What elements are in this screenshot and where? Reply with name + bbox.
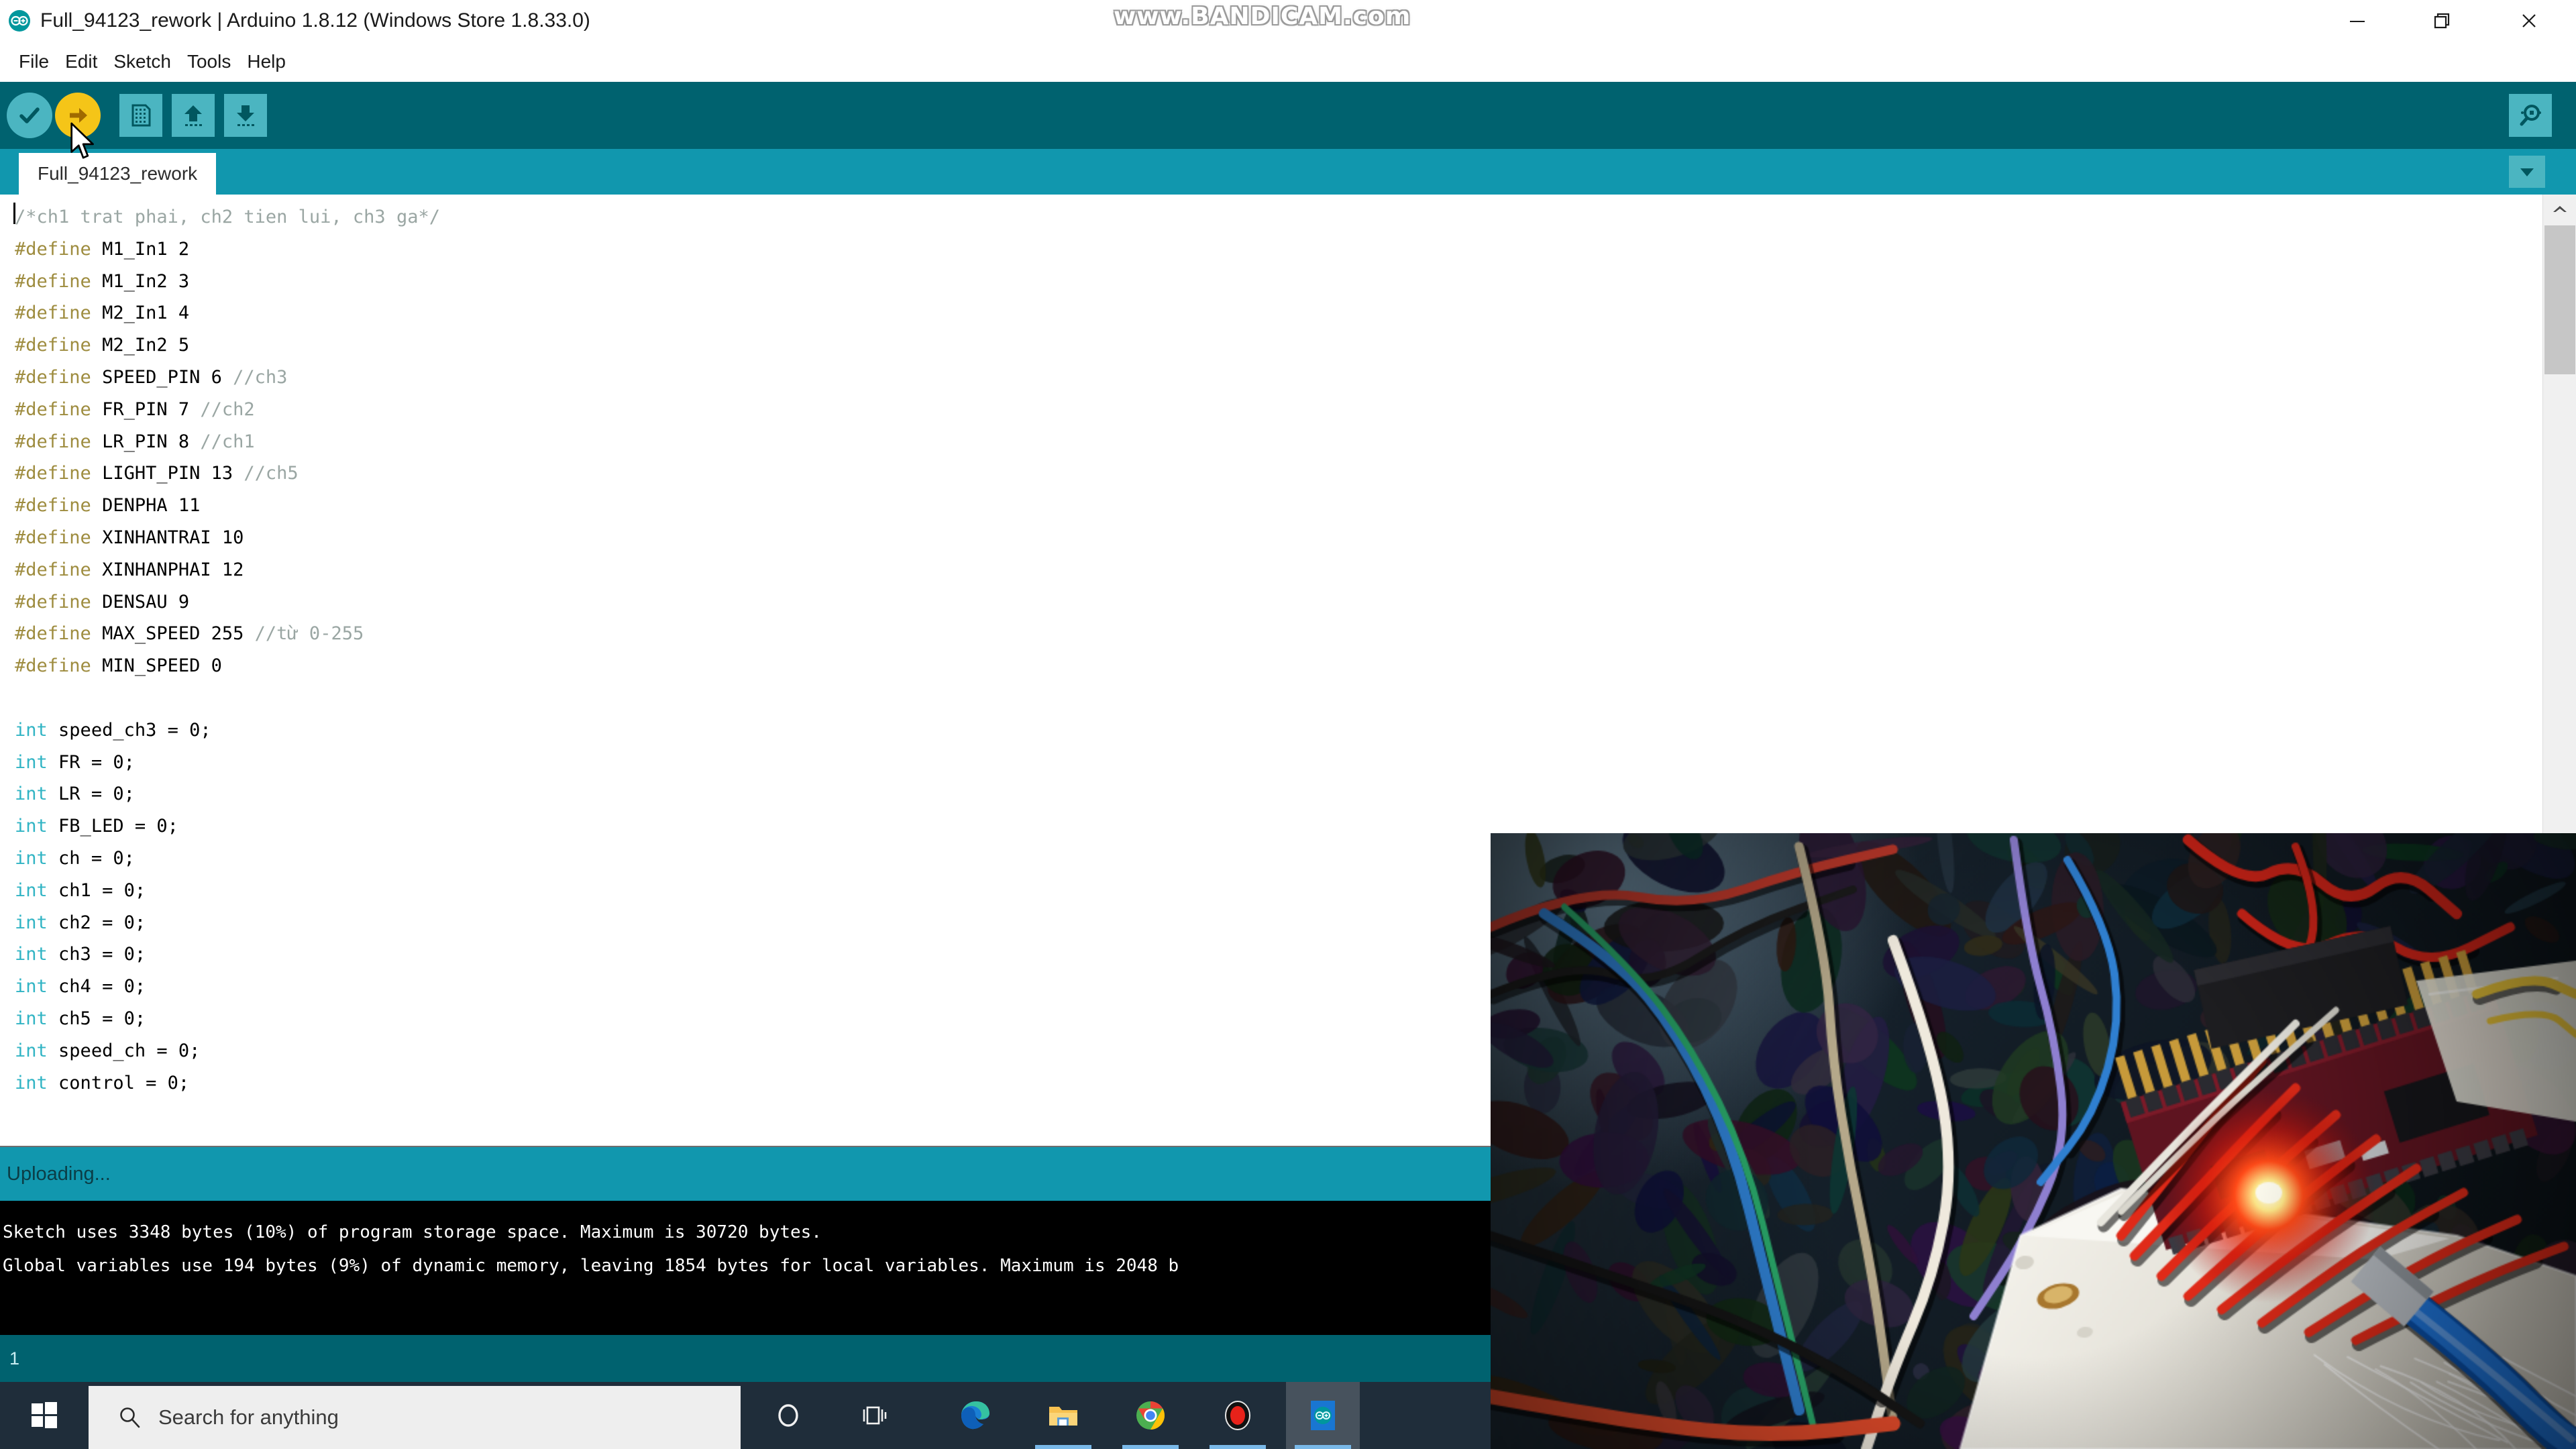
check-icon <box>15 101 44 129</box>
taskbar-item-arduino[interactable] <box>1286 1382 1360 1449</box>
menu-item-file[interactable]: File <box>11 48 57 75</box>
cortana-circle-icon <box>773 1400 804 1431</box>
arduino-infinity-icon <box>1306 1399 1340 1432</box>
menu-item-tools[interactable]: Tools <box>179 48 239 75</box>
folder-icon <box>1046 1399 1080 1432</box>
minimize-button[interactable] <box>2320 0 2394 42</box>
right-arrow-icon <box>64 102 91 129</box>
code-line: int FR = 0; <box>15 747 440 779</box>
taskbar-active-underline <box>1210 1445 1266 1449</box>
verify-button[interactable] <box>7 93 52 138</box>
title-bar: Full_94123_rework | Arduino 1.8.12 (Wind… <box>0 0 2576 42</box>
close-button[interactable] <box>2492 0 2566 42</box>
tab-dropdown-button[interactable] <box>2509 156 2545 188</box>
taskbar-item-file-explorer[interactable] <box>1026 1382 1100 1449</box>
new-sketch-button[interactable] <box>119 94 162 137</box>
arduino-infinity-icon <box>8 9 31 32</box>
open-sketch-button[interactable] <box>172 94 215 137</box>
chrome-icon <box>1134 1399 1167 1432</box>
serial-monitor-button[interactable] <box>2509 94 2552 137</box>
code-line: #define SPEED_PIN 6 //ch3 <box>15 362 440 394</box>
code-line: int ch2 = 0; <box>15 907 440 939</box>
webcam-video-frame <box>1491 833 2576 1449</box>
taskbar-active-underline <box>1295 1445 1351 1449</box>
code-line: #define XINHANPHAI 12 <box>15 554 440 586</box>
tab-bar: Full_94123_rework <box>0 149 2576 195</box>
bandicam-watermark: www.BANDICAM.com <box>1114 3 1411 30</box>
code-line: /*ch1 trat phai, ch2 tien lui, ch3 ga*/ <box>15 201 440 233</box>
save-sketch-button[interactable] <box>224 94 267 137</box>
up-arrow-icon <box>179 101 207 129</box>
magnifier-icon <box>2516 101 2544 129</box>
webcam-overlay-arduino-circuit <box>1491 833 2576 1449</box>
taskbar-active-underline <box>1122 1445 1179 1449</box>
taskbar-item-edge[interactable] <box>939 1382 1013 1449</box>
edge-icon <box>959 1399 993 1432</box>
windows-start-icon <box>29 1400 60 1431</box>
code-line: #define FR_PIN 7 //ch2 <box>15 394 440 426</box>
start-button[interactable] <box>0 1382 89 1449</box>
code-line: #define LIGHT_PIN 13 //ch5 <box>15 458 440 490</box>
code-line <box>15 682 440 714</box>
code-line: int ch = 0; <box>15 843 440 875</box>
code-line: int ch4 = 0; <box>15 971 440 1003</box>
code-line: int speed_ch3 = 0; <box>15 714 440 747</box>
code-line: #define M2_In1 4 <box>15 297 440 329</box>
search-icon <box>117 1405 142 1430</box>
code-line: int ch1 = 0; <box>15 875 440 907</box>
menu-item-sketch[interactable]: Sketch <box>105 48 179 75</box>
code-line: #define M2_In2 5 <box>15 329 440 362</box>
code-line: int LR = 0; <box>15 778 440 810</box>
code-line: int ch5 = 0; <box>15 1003 440 1035</box>
toolbar <box>0 82 2576 149</box>
close-icon <box>2516 8 2542 34</box>
code-line: int ch3 = 0; <box>15 938 440 971</box>
taskbar-item-bandicam[interactable] <box>1201 1382 1275 1449</box>
chevron-up-icon <box>2551 203 2569 215</box>
code-content: /*ch1 trat phai, ch2 tien lui, ch3 ga*/#… <box>0 195 440 1099</box>
code-line: #define M1_In1 2 <box>15 233 440 266</box>
code-line: #define DENSAU 9 <box>15 586 440 619</box>
taskbar-item-chrome[interactable] <box>1114 1382 1187 1449</box>
restore-icon <box>2429 8 2455 34</box>
menu-item-help[interactable]: Help <box>239 48 294 75</box>
minimize-icon <box>2345 8 2370 34</box>
maximize-button[interactable] <box>2405 0 2479 42</box>
search-placeholder: Search for anything <box>158 1405 339 1430</box>
task-view-icon <box>860 1400 891 1431</box>
code-line: #define MIN_SPEED 0 <box>15 650 440 682</box>
sketch-tab-label: Full_94123_rework <box>38 163 197 184</box>
status-message: Uploading... <box>7 1163 111 1185</box>
code-line: #define LR_PIN 8 //ch1 <box>15 426 440 458</box>
down-arrow-icon <box>231 101 260 129</box>
chevron-down-icon <box>2517 164 2537 179</box>
taskbar-active-underline <box>1035 1445 1091 1449</box>
taskbar-search-box[interactable]: Search for anything <box>89 1386 741 1449</box>
code-line: int control = 0; <box>15 1067 440 1099</box>
code-line: int speed_ch = 0; <box>15 1035 440 1067</box>
upload-button[interactable] <box>55 93 101 138</box>
taskbar-item-task-view[interactable] <box>839 1382 912 1449</box>
new-file-icon <box>127 101 155 129</box>
code-line: #define XINHANTRAI 10 <box>15 522 440 554</box>
taskbar-item-cortana[interactable] <box>751 1382 825 1449</box>
code-line: #define DENPHA 11 <box>15 490 440 522</box>
code-line: #define MAX_SPEED 255 //từ 0-255 <box>15 618 440 650</box>
scrollbar-thumb[interactable] <box>2544 225 2575 374</box>
bandicam-record-icon <box>1221 1399 1254 1432</box>
menu-bar: File Edit Sketch Tools Help <box>0 42 2576 82</box>
line-number-indicator: 1 <box>9 1348 19 1369</box>
scrollbar-up-button[interactable] <box>2543 195 2576 224</box>
code-line: int FB_LED = 0; <box>15 810 440 843</box>
sketch-tab[interactable]: Full_94123_rework <box>19 153 216 195</box>
code-line: #define M1_In2 3 <box>15 266 440 298</box>
window-title: Full_94123_rework | Arduino 1.8.12 (Wind… <box>40 9 590 32</box>
menu-item-edit[interactable]: Edit <box>57 48 105 75</box>
